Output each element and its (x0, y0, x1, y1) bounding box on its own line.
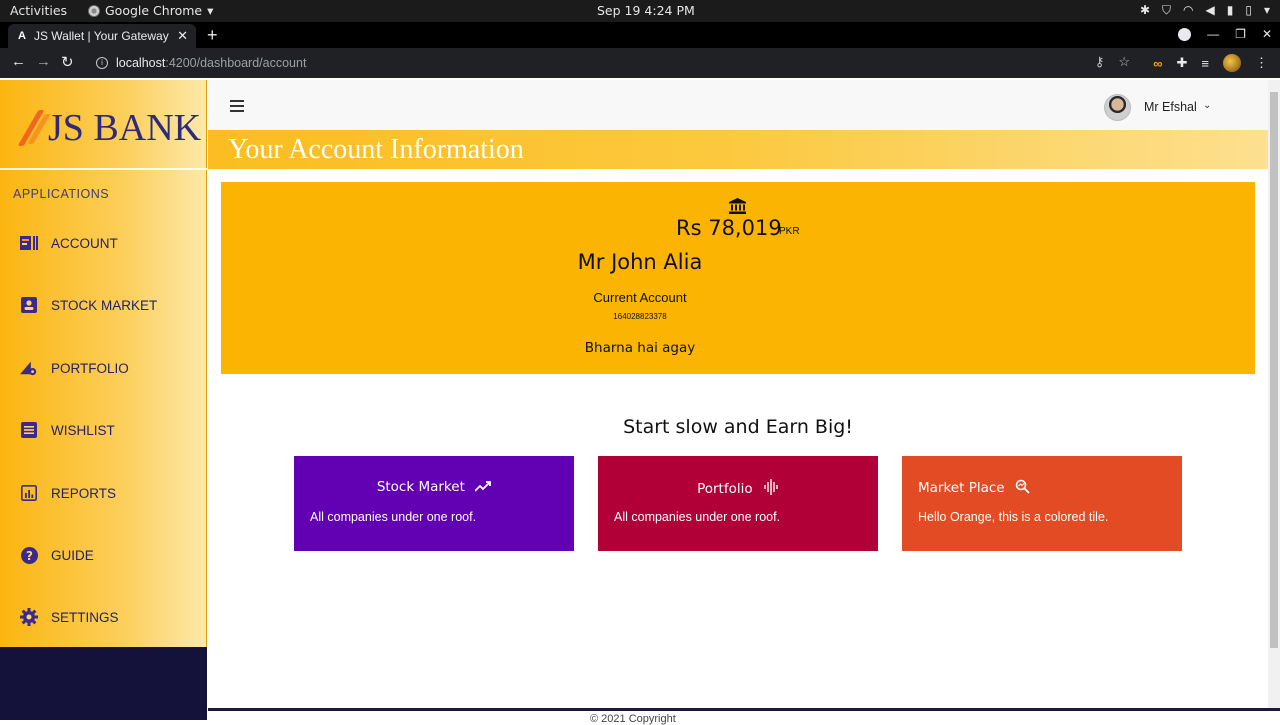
account-note: Bharna hai agay (584, 340, 696, 356)
new-tab-button[interactable]: + (207, 25, 218, 46)
os-top-bar: Activities Google Chrome ▾ Sep 19 4:24 P… (0, 0, 1280, 22)
reload-icon[interactable]: ↻ (61, 53, 74, 71)
account-number: 164028823378 (613, 312, 667, 321)
chevron-down-icon[interactable]: ▾ (1264, 3, 1270, 18)
avatar[interactable] (1104, 94, 1131, 121)
currency-label: PKR (779, 226, 800, 237)
address-bar[interactable]: i localhost:4200/dashboard/account (86, 51, 1146, 75)
svg-text:?: ? (26, 549, 33, 563)
kebab-menu-icon[interactable]: ⋮ (1255, 55, 1268, 71)
tile-market-place[interactable]: Market Place Hello Orange, this is a col… (902, 456, 1182, 551)
close-window-icon[interactable]: ✕ (1262, 27, 1272, 41)
activities-button[interactable]: Activities (10, 3, 67, 18)
sidebar-item-label: GUIDE (51, 547, 94, 563)
help-icon: ? (20, 546, 38, 564)
footer-copyright: © 2021 Copyright (590, 713, 676, 725)
user-name[interactable]: Mr Efshal (1144, 100, 1197, 114)
sidebar-item-guide[interactable]: ? GUIDE (0, 535, 207, 575)
browser-toolbar: ← → ↻ i localhost:4200/dashboard/account… (0, 48, 1280, 78)
app-menu[interactable]: Google Chrome ▾ (88, 3, 213, 18)
tile-portfolio[interactable]: Portfolio All companies under one roof. (598, 456, 878, 551)
tile-description: All companies under one roof. (614, 510, 781, 524)
chrome-icon (88, 4, 100, 17)
restore-icon[interactable]: ❐ (1235, 27, 1246, 41)
footer-divider (208, 708, 1280, 711)
gear-icon (20, 608, 38, 626)
slack-icon[interactable]: ✱ (1140, 3, 1150, 18)
tile-description: All companies under one roof. (310, 510, 477, 524)
chrome-profile-icon[interactable] (1178, 27, 1192, 41)
clock[interactable]: Sep 19 4:24 PM (597, 3, 695, 18)
logo[interactable]: JS BANK (14, 107, 202, 149)
sidebar-item-label: REPORTS (51, 485, 117, 501)
page-scrollbar[interactable] (1268, 80, 1280, 708)
sidebar-section-label: APPLICATIONS (13, 187, 110, 201)
sidebar-footer (0, 647, 207, 720)
forward-icon[interactable]: → (36, 53, 51, 70)
sidebar-item-label: SETTINGS (51, 609, 119, 625)
sidebar-item-reports[interactable]: REPORTS (0, 473, 207, 513)
portfolio-icon (20, 359, 38, 377)
tab-favicon: A (18, 30, 26, 42)
scrollbar-thumb[interactable] (1270, 92, 1278, 648)
logo-mark-icon (14, 110, 51, 146)
sidebar-divider (0, 168, 207, 170)
tile-description: Hello Orange, this is a colored tile. (918, 510, 1109, 524)
profile-avatar-icon[interactable] (1223, 54, 1241, 72)
mic-icon[interactable]: ▮ (1227, 3, 1234, 18)
close-icon[interactable]: ✕ (177, 28, 188, 44)
url-path: :4200/dashboard/account (165, 56, 307, 70)
graphic-eq-icon (764, 479, 778, 495)
star-icon[interactable]: ☆ (1118, 54, 1130, 70)
window-controls: — ❐ ✕ (1178, 27, 1272, 41)
chevron-down-icon: ▾ (207, 3, 214, 18)
minimize-icon[interactable]: — (1207, 27, 1219, 41)
key-icon[interactable]: ⚷ (1095, 54, 1105, 70)
battery-icon[interactable]: ▯ (1245, 3, 1252, 18)
sidebar-item-settings[interactable]: SETTINGS (0, 597, 207, 637)
tile-title: Portfolio (697, 481, 753, 497)
bank-icon (729, 198, 746, 214)
trending-up-icon (475, 481, 492, 492)
account-type: Current Account (593, 290, 687, 305)
menu-icon[interactable] (230, 100, 244, 112)
tile-title-wrap: Portfolio (598, 479, 878, 497)
url-host: localhost (116, 56, 166, 70)
chevron-down-icon[interactable]: ⌄ (1203, 100, 1211, 111)
account-holder-name: Mr John Alia (577, 250, 703, 274)
extensions: ∞ ✚ ≡ ⋮ (1153, 54, 1268, 72)
queue-icon[interactable]: ≡ (1201, 56, 1209, 71)
system-tray[interactable]: ✱ ⛉ ◠ ◀ ▮ ▯ ▾ (1140, 3, 1270, 18)
tile-title-wrap: Stock Market (294, 479, 574, 495)
omnibox-actions: ⚷ ☆ (1095, 54, 1130, 70)
account-balance: Rs 78,019 (676, 216, 782, 240)
reports-icon (20, 484, 38, 502)
page-title: Your Account Information (228, 134, 524, 165)
browser-tab[interactable]: A JS Wallet | Your Gateway ✕ (8, 24, 196, 48)
extension-glasses-icon[interactable]: ∞ (1153, 56, 1162, 71)
tile-title: Stock Market (376, 479, 465, 495)
back-icon[interactable]: ← (11, 53, 26, 70)
tagline: Start slow and Earn Big! (623, 416, 853, 438)
wifi-icon[interactable]: ◠ (1183, 3, 1193, 18)
tile-stock-market[interactable]: Stock Market All companies under one roo… (294, 456, 574, 551)
shield-icon[interactable]: ⛉ (1162, 3, 1171, 18)
info-icon[interactable]: i (96, 57, 108, 69)
search-icon (1015, 479, 1030, 494)
sidebar-item-label: PORTFOLIO (51, 360, 129, 376)
tab-title: JS Wallet | Your Gateway (33, 29, 169, 43)
volume-icon[interactable]: ◀ (1206, 3, 1215, 18)
tab-strip: A JS Wallet | Your Gateway ✕ (0, 22, 1280, 48)
puzzle-icon[interactable]: ✚ (1177, 55, 1188, 71)
tile-title-wrap: Market Place (918, 479, 1198, 496)
sidebar-item-label: ACCOUNT (51, 235, 118, 251)
app-menu-label: Google Chrome (105, 3, 203, 18)
tile-title: Market Place (918, 480, 1005, 496)
logo-text: JS BANK (48, 107, 202, 149)
